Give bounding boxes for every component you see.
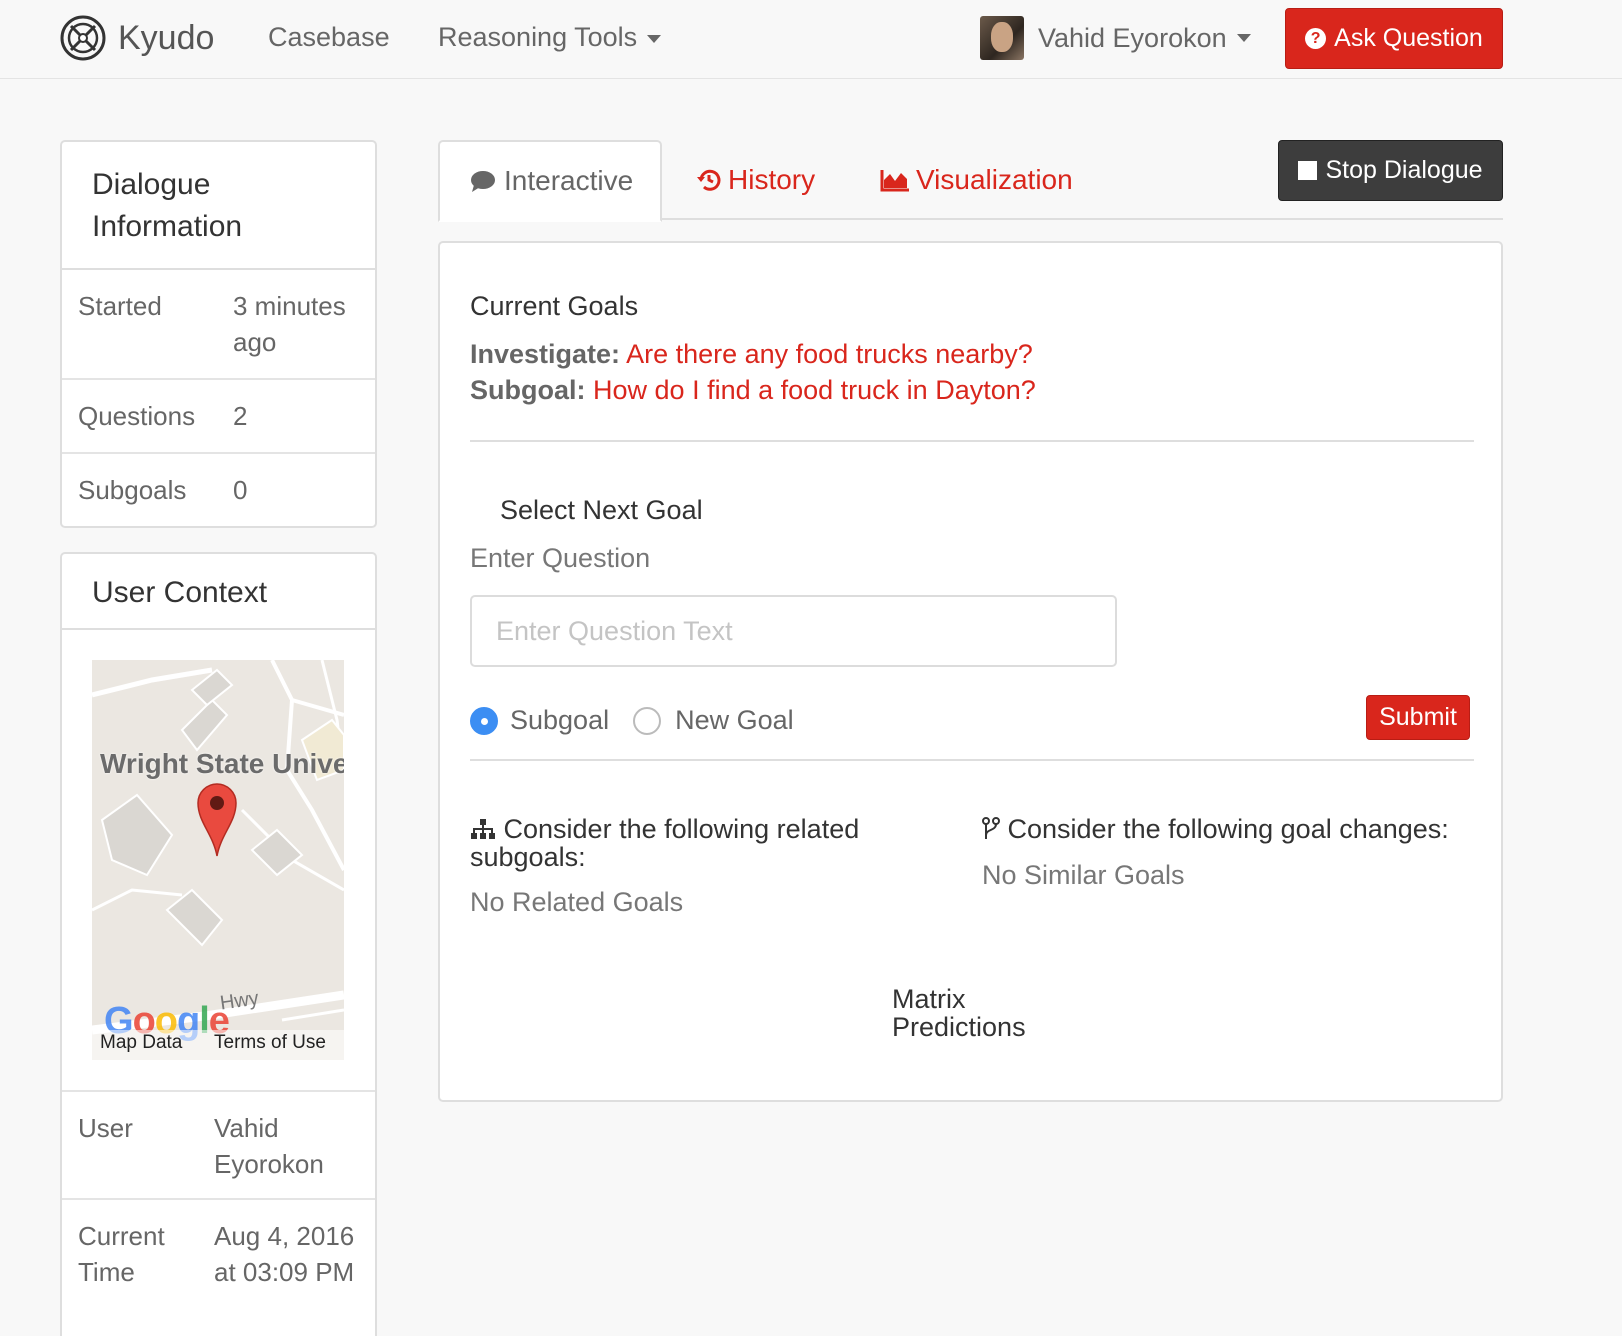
goal-changes-title: Consider the following goal changes: <box>982 815 1462 843</box>
radio-new-goal-label[interactable]: New Goal <box>675 705 794 736</box>
info-value: Aug 4, 2016 at 03:09 PM <box>214 1221 355 1287</box>
goal-changes-text: Consider the following goal changes: <box>1007 814 1449 844</box>
info-row-user: User Vahid Eyorokon <box>62 1092 375 1200</box>
brand[interactable]: Kyudo <box>60 15 214 61</box>
matrix-predictions-title: Matrix Predictions <box>892 984 1026 1042</box>
kyudo-logo-icon <box>60 15 106 61</box>
nav-casebase[interactable]: Casebase <box>268 22 390 53</box>
brand-name: Kyudo <box>118 18 215 57</box>
user-name: Vahid Eyorokon <box>1038 22 1227 53</box>
related-goals-empty: No Related Goals <box>470 887 684 917</box>
dialogue-info-title: Dialogue Information <box>62 142 375 270</box>
radio-new-goal[interactable] <box>633 706 662 735</box>
info-row-current-time: Current Time Aug 4, 2016 at 03:09 PM <box>62 1200 375 1308</box>
related-subgoals-text: Consider the following related subgoals: <box>470 814 860 872</box>
investigate-label: Investigate: <box>470 339 621 369</box>
user-context-title: User Context <box>62 554 375 630</box>
tab-interactive-label: Interactive <box>504 165 634 196</box>
dialogue-info-panel: Dialogue Information Started 3 minutes a… <box>60 140 377 528</box>
info-row-subgoals: Subgoals 0 <box>62 454 375 526</box>
current-goals-title: Current Goals <box>470 291 639 321</box>
info-value: 0 <box>233 475 248 505</box>
subgoal-goal: Subgoal: How do I find a food truck in D… <box>470 375 1036 406</box>
chevron-down-icon <box>647 34 662 43</box>
avatar <box>980 16 1024 60</box>
map-pin-icon <box>197 783 237 857</box>
enter-question-label: Enter Question <box>470 543 651 573</box>
divider <box>470 440 1474 442</box>
top-navbar: Kyudo Casebase Reasoning Tools Vahid Eyo… <box>0 0 1622 79</box>
ask-question-label: Ask Question <box>1334 24 1483 52</box>
map-terms-link[interactable]: Terms of Use <box>214 1032 326 1054</box>
submit-button[interactable]: Submit <box>1366 695 1470 740</box>
stop-icon <box>1298 161 1318 180</box>
info-row-started: Started 3 minutes ago <box>62 270 375 380</box>
chevron-down-icon <box>1236 34 1251 42</box>
select-next-goal-title: Select Next Goal <box>500 495 703 525</box>
info-label: Questions <box>78 401 196 431</box>
question-circle-icon: ? <box>1305 28 1327 49</box>
info-value: 3 minutes ago <box>233 291 346 357</box>
location-map[interactable]: Wright State University Hwy Google Map D… <box>92 660 344 1060</box>
radio-subgoal[interactable] <box>470 706 498 735</box>
stop-dialogue-label: Stop Dialogue <box>1325 156 1483 184</box>
map-place-label: Wright State University <box>100 748 344 779</box>
tab-history-label: History <box>728 164 816 195</box>
user-context-panel: User Context Wright State Unive Hwy Goog… <box>60 552 377 1336</box>
nav-reasoning-tools-label: Reasoning Tools <box>438 22 638 52</box>
user-menu[interactable]: Vahid Eyorokon <box>980 16 1251 60</box>
info-value: 2 <box>233 401 248 431</box>
divider <box>470 759 1474 761</box>
sitemap-icon <box>471 819 495 839</box>
info-label: Current Time <box>78 1221 165 1287</box>
info-label: Started <box>78 291 162 321</box>
radio-subgoal-label[interactable]: Subgoal <box>510 705 609 736</box>
map-data-link[interactable]: Map Data <box>100 1032 182 1054</box>
history-icon <box>697 169 721 191</box>
question-input[interactable] <box>470 595 1117 667</box>
tab-history[interactable]: History <box>696 140 815 220</box>
tab-visualization[interactable]: Visualization <box>880 140 1073 220</box>
related-subgoals-title: Consider the following related subgoals: <box>470 815 890 871</box>
info-row-questions: Questions 2 <box>62 380 375 454</box>
info-label: User <box>78 1113 133 1143</box>
stop-dialogue-button[interactable]: Stop Dialogue <box>1278 140 1503 201</box>
ask-question-button[interactable]: ? Ask Question <box>1285 8 1503 69</box>
similar-goals-empty: No Similar Goals <box>982 860 1185 890</box>
info-label: Subgoals <box>78 475 187 505</box>
tab-visualization-label: Visualization <box>916 164 1073 195</box>
map-container: Wright State University Hwy Google Map D… <box>62 630 375 1092</box>
tab-interactive[interactable]: Interactive <box>438 140 662 222</box>
info-value: Vahid Eyorokon <box>214 1113 324 1179</box>
comment-icon <box>471 171 495 192</box>
nav-reasoning-tools[interactable]: Reasoning Tools <box>438 22 662 53</box>
subgoal-link[interactable]: How do I find a food truck in Dayton? <box>593 375 1036 405</box>
code-fork-icon <box>982 817 1000 839</box>
area-chart-icon <box>880 170 909 192</box>
goal-type-radio-group: Subgoal New Goal <box>470 705 794 736</box>
investigate-link[interactable]: Are there any food trucks nearby? <box>626 339 1033 369</box>
interactive-panel: Current Goals Investigate: Are there any… <box>438 241 1503 1102</box>
subgoal-label: Subgoal: <box>470 375 586 405</box>
investigate-goal: Investigate: Are there any food trucks n… <box>470 339 1033 370</box>
